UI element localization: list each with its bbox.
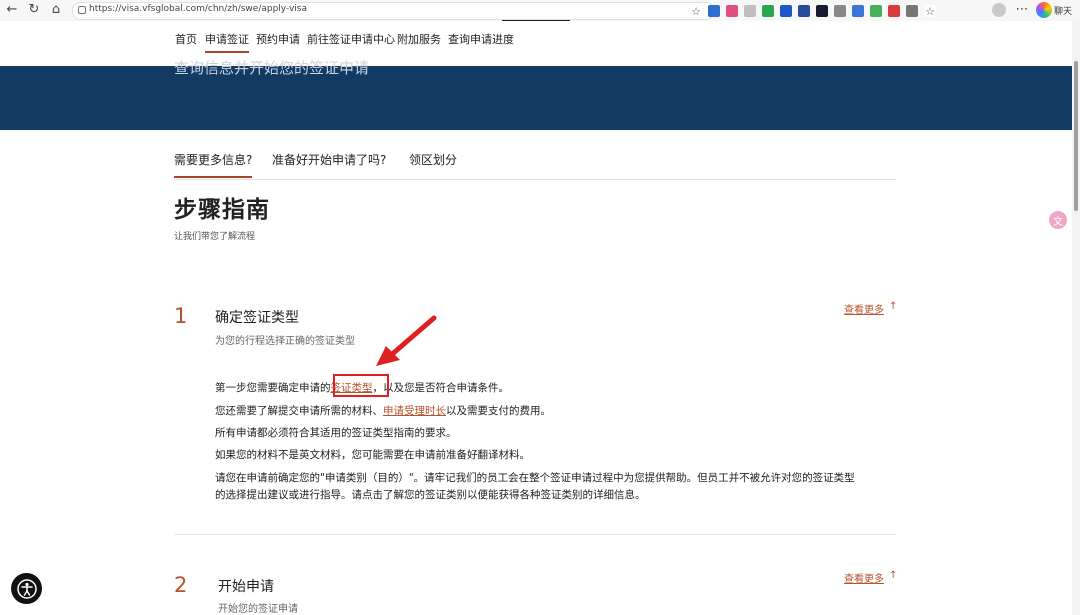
browser-toolbar: ← ↻ ⌂ https://visa.vfsglobal.com/chn/zh/… — [0, 0, 1080, 22]
text: 以及需要支付的费用。 — [446, 405, 551, 417]
step-1-title: 确定签证类型 — [215, 310, 299, 326]
text: ，以及您是否符合申请条件。 — [372, 382, 510, 394]
step-1-line-2: 您还需要了解提交申请所需的材料、申请受理时长以及需要支付的费用。 — [215, 403, 551, 418]
text: 第一步您需要确定申请的 — [215, 382, 331, 394]
home-icon[interactable]: ⌂ — [48, 2, 64, 18]
annotation-arrow-icon — [376, 315, 437, 366]
nav-additional-services[interactable]: 附加服务 — [397, 31, 441, 47]
extension-icon[interactable] — [780, 5, 792, 17]
tab-ready-to-apply[interactable]: 准备好开始申请了吗? — [272, 151, 386, 168]
nav-visa-center[interactable]: 前往签证申请中心 — [307, 31, 395, 47]
arrow-up-icon: ↑ — [889, 301, 898, 312]
step-1-see-more-link[interactable]: 查看更多 — [844, 301, 884, 316]
annotation-highlight-box — [333, 374, 389, 397]
step-1-line-6: 的选择提出建议或进行指导。请点击了解您的签证类别以便能获得各种签证类别的详细信息… — [215, 489, 646, 501]
nav-appointment[interactable]: 预约申请 — [256, 31, 300, 47]
nav-home[interactable]: 首页 — [175, 31, 197, 47]
page-subtitle: 让我们带您了解流程 — [174, 232, 256, 242]
step-2-see-more-link[interactable]: 查看更多 — [844, 570, 884, 585]
star-icon[interactable]: ☆ — [690, 5, 702, 18]
extension-icon[interactable] — [834, 5, 846, 17]
site-nav: 首页 申请签证 预约申请 前往签证申请中心 附加服务 查询申请进度 — [0, 21, 1080, 66]
step-1-line-5: 请您在申请前确定您的"申请类别（目的）"。请牢记我们的员工会在整个签证申请过程中… — [215, 472, 855, 484]
step-2-title: 开始申请 — [218, 579, 274, 595]
section-divider — [174, 534, 896, 535]
step-1-line-3: 所有申请都必须符合其适用的签证类型指南的要求。 — [215, 427, 457, 439]
extension-icon[interactable] — [888, 5, 900, 17]
info-tabs: 需要更多信息? 准备好开始申请了吗? 领区划分 — [174, 150, 896, 180]
step-1-line-4: 如果您的材料不是英文材料，您可能需要在申请前准备好翻译材料。 — [215, 449, 530, 461]
chat-label[interactable]: 聊天 — [1054, 4, 1072, 17]
hero-banner: 查询信息并开始您的签证申请 — [0, 59, 1072, 130]
extension-icon[interactable] — [870, 5, 882, 17]
scrollbar-thumb[interactable] — [1074, 61, 1078, 211]
profile-avatar[interactable] — [992, 3, 1006, 17]
more-menu-icon[interactable]: ⋯ — [1014, 2, 1030, 18]
step-2-number: 2 — [174, 573, 188, 597]
arrow-up-icon: ↑ — [889, 570, 898, 581]
accessibility-icon — [16, 578, 37, 599]
tab-more-info[interactable]: 需要更多信息? — [174, 151, 253, 178]
page-scrollbar[interactable] — [1072, 21, 1080, 615]
nav-track-application[interactable]: 查询申请进度 — [448, 31, 514, 47]
step-1-description: 为您的行程选择正确的签证类型 — [215, 336, 355, 347]
lock-icon — [78, 6, 86, 14]
extension-icon[interactable] — [852, 5, 864, 17]
tab-jurisdiction[interactable]: 领区划分 — [409, 151, 457, 168]
step-2-description: 开始您的签证申请 — [218, 604, 298, 615]
address-bar[interactable]: https://visa.vfsglobal.com/chn/zh/swe/ap… — [72, 2, 714, 20]
nav-apply-visa[interactable]: 申请签证 — [205, 31, 249, 53]
url-text: https://visa.vfsglobal.com/chn/zh/swe/ap… — [89, 4, 308, 14]
accessibility-button[interactable] — [11, 573, 42, 604]
back-icon[interactable]: ← — [4, 2, 20, 18]
copilot-icon[interactable] — [1036, 2, 1052, 18]
extension-icon[interactable] — [798, 5, 810, 17]
processing-time-link[interactable]: 申请受理时长 — [383, 405, 446, 417]
step-1-number: 1 — [174, 304, 188, 328]
page-title: 步骤指南 — [174, 197, 270, 223]
favorites-icon[interactable]: ☆ — [924, 5, 936, 18]
extension-icon[interactable] — [708, 5, 720, 17]
extension-icons: ☆ ☆ — [690, 3, 936, 19]
text: 您还需要了解提交申请所需的材料、 — [215, 405, 383, 417]
translate-icon[interactable]: 文 — [1049, 211, 1067, 229]
extension-icon[interactable] — [816, 5, 828, 17]
hero-title: 查询信息并开始您的签证申请 — [174, 59, 370, 77]
extensions-puzzle-icon[interactable] — [906, 5, 918, 17]
extension-icon[interactable] — [762, 5, 774, 17]
extension-icon[interactable] — [744, 5, 756, 17]
extension-icon[interactable] — [726, 5, 738, 17]
refresh-icon[interactable]: ↻ — [26, 2, 42, 18]
